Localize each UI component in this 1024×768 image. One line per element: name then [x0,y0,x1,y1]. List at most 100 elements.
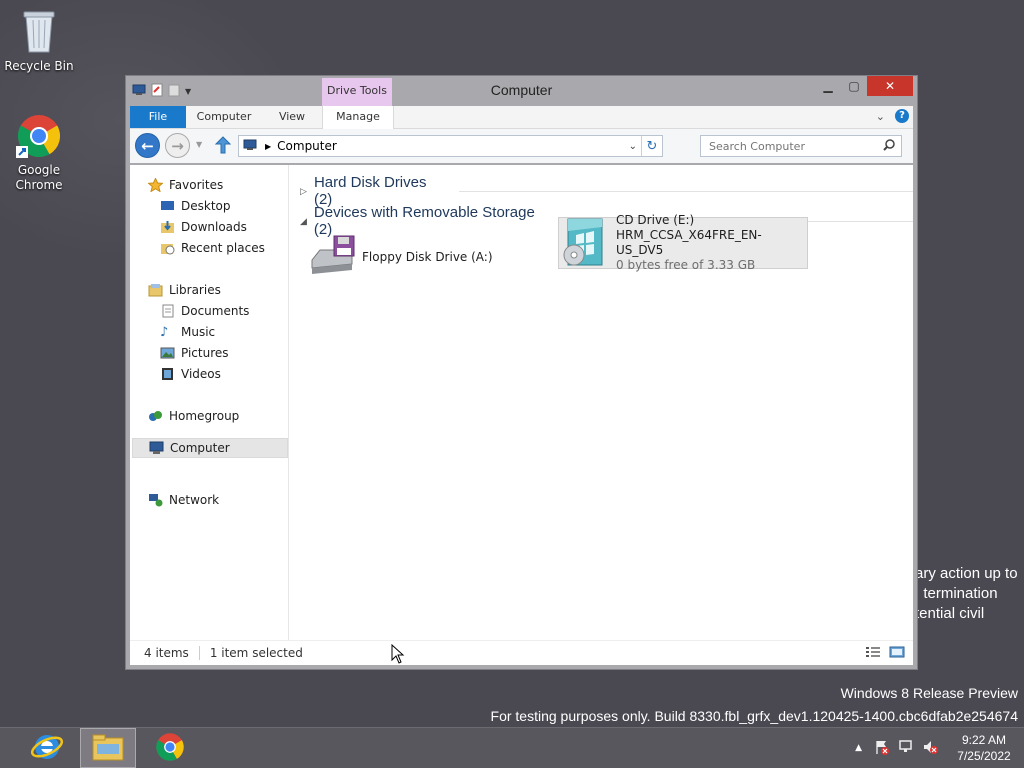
desktop-icon-label: Google Chrome [15,163,63,192]
recent-locations-icon[interactable]: ▼ [196,140,202,149]
status-bar: 4 items 1 item selected [130,640,913,665]
taskbar: ▲ 9:22 AM 7/25/2022 [0,727,1024,768]
music-icon: ♪ [160,325,169,340]
mouse-cursor-icon [391,643,405,667]
pictures-icon [160,346,175,360]
nav-homegroup[interactable]: Homegroup [130,406,288,426]
nav-videos[interactable]: Videos [130,364,288,384]
clock[interactable]: 9:22 AM 7/25/2022 [944,732,1024,764]
details-view-icon[interactable] [865,646,881,661]
libraries-icon [148,283,163,297]
group-hard-disk-drives[interactable]: ▷ Hard Disk Drives (2) [300,174,913,208]
videos-icon [160,367,175,381]
window-title: Computer [490,82,553,98]
tab-view[interactable]: View [268,106,316,128]
breadcrumb-separator-icon[interactable]: ▶ [265,142,271,151]
downloads-icon [160,220,175,234]
desktop-icon [160,199,175,213]
recycle-bin-icon [16,8,62,56]
file-list[interactable]: ▷ Hard Disk Drives (2) ◢ Devices with Re… [290,165,913,641]
clock-date: 7/25/2022 [957,749,1011,763]
cd-drive-details: CD Drive (E:) HRM_CCSA_X64FRE_EN-US_DV5 … [616,213,807,273]
maximize-button[interactable]: ▢ [841,76,867,96]
title-bar[interactable]: ▼ Drive Tools Computer ▁ ▢ ✕ [126,76,917,108]
refresh-icon[interactable]: ↻ [641,136,662,156]
large-icons-view-icon[interactable] [889,646,905,661]
volume-muted-icon[interactable] [922,739,938,758]
nav-network[interactable]: Network [130,490,288,510]
show-hidden-icons-icon[interactable]: ▲ [855,743,862,753]
window-controls: ▁ ▢ ✕ [815,76,913,96]
build-watermark-title: Windows 8 Release Preview [840,685,1018,701]
nav-downloads[interactable]: Downloads [130,217,288,237]
cd-drive-volume-label: HRM_CCSA_X64FRE_EN-US_DV5 [616,228,762,257]
cd-drive-name: CD Drive (E:) [616,213,695,227]
navigation-bar: ← → ▼ ▶ Computer ⌄ ↻ [130,129,913,163]
search-box[interactable] [700,135,902,157]
floppy-drive-icon [308,234,356,281]
expand-group-icon[interactable]: ▷ [300,186,314,197]
desktop-icon-chrome[interactable]: Google Chrome [1,112,77,193]
navigation-pane[interactable]: Favorites Desktop Downloads Recent place… [130,165,289,641]
network-status-icon[interactable] [898,739,914,758]
system-tray: ▲ 9:22 AM 7/25/2022 [855,728,1024,768]
background-text-2: , termination [915,585,998,602]
group-header-label: Hard Disk Drives (2) [313,174,427,208]
address-bar[interactable]: ▶ Computer ⌄ ↻ [238,135,663,157]
nav-computer[interactable]: Computer [132,438,288,458]
documents-icon [160,304,175,318]
content-area: Favorites Desktop Downloads Recent place… [130,165,913,641]
desktop-icon-recycle-bin[interactable]: Recycle Bin [1,8,77,74]
cd-drive-icon [562,217,608,270]
tab-manage[interactable]: Manage [322,106,394,129]
taskbar-file-explorer[interactable] [80,728,136,768]
network-icon [148,493,163,507]
internet-explorer-icon [30,730,64,767]
nav-music[interactable]: ♪ Music [130,322,288,342]
clock-time: 9:22 AM [961,733,1007,747]
nav-favorites[interactable]: Favorites [130,175,288,195]
search-input[interactable] [707,138,883,154]
chrome-icon [155,732,185,765]
background-text-3: tential civil [915,605,985,622]
nav-pictures[interactable]: Pictures [130,343,288,363]
computer-icon [149,441,164,455]
nav-recent-places[interactable]: Recent places [130,238,288,258]
close-button[interactable]: ✕ [867,76,913,96]
floppy-drive-item[interactable]: Floppy Disk Drive (A:) [308,233,548,281]
back-button[interactable]: ← [135,133,160,158]
forward-button[interactable]: → [165,133,190,158]
up-arrow-icon[interactable] [214,136,232,157]
search-icon[interactable] [883,138,895,154]
build-watermark-detail: For testing purposes only. Build 8330.fb… [490,708,1018,724]
taskbar-chrome[interactable] [142,728,198,768]
nav-desktop[interactable]: Desktop [130,196,288,216]
cd-drive-item[interactable]: CD Drive (E:) HRM_CCSA_X64FRE_EN-US_DV5 … [558,213,808,272]
cd-drive-free-space: 0 bytes free of 3.33 GB [616,258,756,272]
minimize-button[interactable]: ▁ [815,76,841,96]
taskbar-internet-explorer[interactable] [19,728,75,768]
nav-documents[interactable]: Documents [130,301,288,321]
ribbon-tabs: File Computer View Manage ⌄ ? [130,106,913,129]
file-explorer-icon [91,732,125,765]
desktop-icon-label: Recycle Bin [4,59,74,73]
computer-location-icon [243,139,257,154]
nav-libraries[interactable]: Libraries [130,280,288,300]
chrome-icon [16,112,62,160]
collapse-group-icon[interactable]: ◢ [300,216,314,227]
explorer-window: ▼ Drive Tools Computer ▁ ▢ ✕ File Comput… [125,75,918,670]
tab-computer[interactable]: Computer [192,106,256,128]
homegroup-icon [148,409,163,423]
help-icon[interactable]: ? [895,109,909,123]
floppy-drive-name: Floppy Disk Drive (A:) [362,249,493,264]
expand-ribbon-icon[interactable]: ⌄ [876,110,885,123]
status-item-count: 4 items [144,646,189,660]
breadcrumb-computer[interactable]: Computer [277,139,337,153]
star-icon [147,177,164,193]
background-text-1: ary action up to [915,565,1018,582]
tab-file[interactable]: File [130,106,186,128]
address-dropdown-icon[interactable]: ⌄ [629,141,637,152]
recent-places-icon [160,241,175,255]
status-selection: 1 item selected [209,646,303,660]
action-center-flag-icon[interactable] [874,739,890,758]
